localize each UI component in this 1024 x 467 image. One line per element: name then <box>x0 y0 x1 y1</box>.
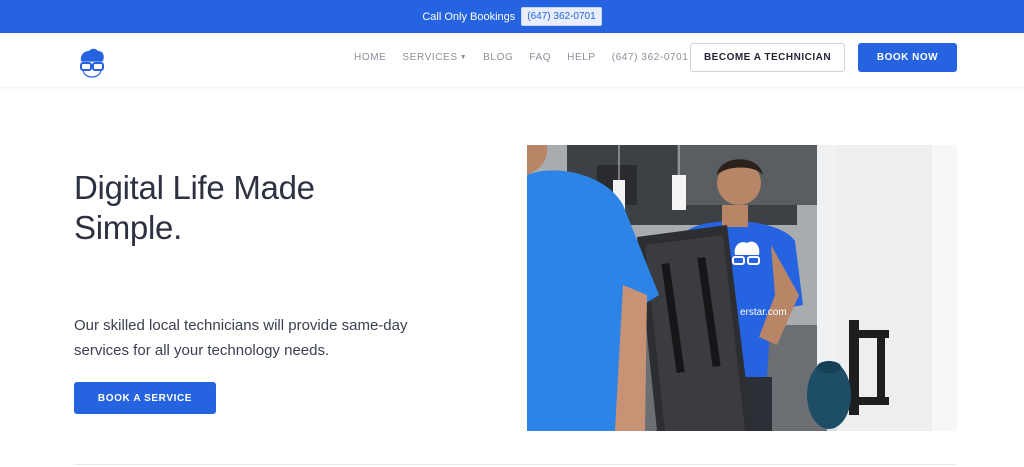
hero-subtitle-line1: Our skilled local technicians will provi… <box>74 317 408 334</box>
nav-faq[interactable]: FAQ <box>529 52 551 63</box>
hero-subtitle-line2: services for all your technology needs. <box>74 342 330 359</box>
section-divider <box>74 464 957 465</box>
hero-title-line2: Simple. <box>74 209 182 246</box>
become-technician-button[interactable]: BECOME A TECHNICIAN <box>690 43 845 72</box>
hero-subtitle: Our skilled local technicians will provi… <box>74 313 464 363</box>
hero-title: Digital Life Made Simple. <box>74 168 404 248</box>
book-now-button[interactable]: BOOK NOW <box>858 43 957 72</box>
nav-phone[interactable]: (647) 362-0701 <box>612 52 689 63</box>
topbar-label: Call Only Bookings <box>422 10 516 23</box>
nav-help[interactable]: HELP <box>567 52 596 63</box>
nav-links: HOME SERVICES ▼ BLOG FAQ HELP (647) 362-… <box>354 33 688 81</box>
top-announcement-bar: Call Only Bookings (647) 362-0701 <box>0 0 1024 33</box>
nav-services[interactable]: SERVICES ▼ <box>402 52 467 63</box>
topbar-phone-link[interactable]: (647) 362-0701 <box>521 7 602 26</box>
main-navbar: HOME SERVICES ▼ BLOG FAQ HELP (647) 362-… <box>0 33 1024 87</box>
hero-photo: erstar.com <box>527 145 957 431</box>
nav-blog[interactable]: BLOG <box>483 52 513 63</box>
nerd-glasses-logo-icon[interactable] <box>76 47 108 79</box>
nav-home[interactable]: HOME <box>354 52 386 63</box>
hero-title-line1: Digital Life Made <box>74 169 315 206</box>
caret-down-icon: ▼ <box>459 53 468 61</box>
nav-services-label: SERVICES <box>402 51 458 63</box>
book-service-button[interactable]: BOOK A SERVICE <box>74 382 216 414</box>
shirt-text: erstar.com <box>740 307 787 318</box>
